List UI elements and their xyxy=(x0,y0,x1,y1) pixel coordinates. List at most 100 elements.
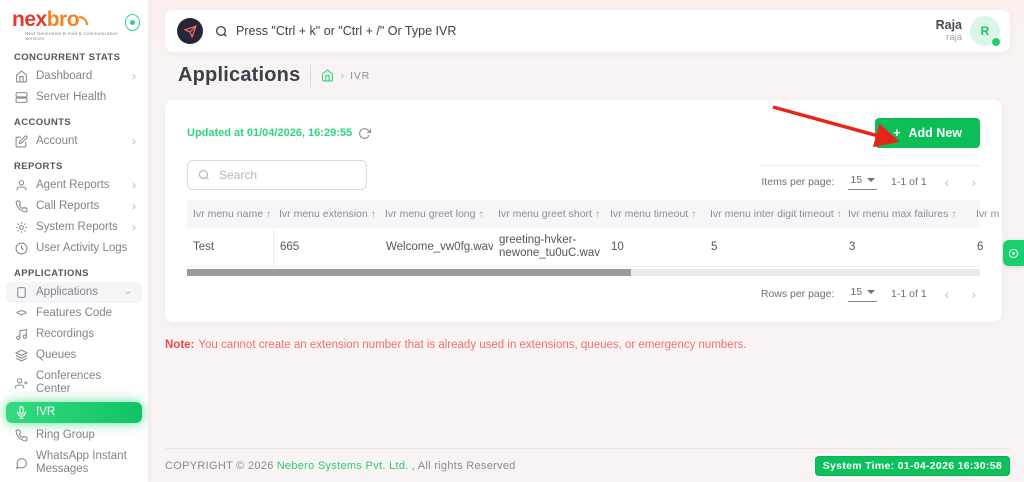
edit-icon xyxy=(14,135,28,148)
cell-greet-long: Welcome_vw0fg.wav xyxy=(380,228,493,266)
prev-page-button[interactable]: ‹ xyxy=(941,286,954,302)
sidebar-item-recordings[interactable]: Recordings xyxy=(0,324,148,345)
pagination-bottom: Rows per page: 15 1-1 of 1 ‹ › xyxy=(761,286,980,302)
caret-down-icon xyxy=(867,290,875,294)
sidebar-item-conferences-center[interactable]: Conferences Center xyxy=(0,366,148,400)
brand-tagline: Next Generation E-mail & Communication S… xyxy=(12,31,125,41)
col-ivr-m-truncated[interactable]: Ivr m xyxy=(970,200,1002,228)
col-ivr-menu-greet-short[interactable]: Ivr menu greet short↑ xyxy=(492,200,604,228)
app-window-icon xyxy=(14,286,28,299)
logo-text-left: nex xyxy=(12,8,47,31)
ivr-table-card: Updated at 01/04/2026, 16:29:55 + Add Ne… xyxy=(165,100,1002,322)
user-menu[interactable]: Raja raja xyxy=(936,19,962,43)
refresh-icon[interactable] xyxy=(358,127,371,140)
sidebar-item-features-code[interactable]: <> Features Code xyxy=(0,303,148,324)
rows-per-page-label: Rows per page: xyxy=(761,288,835,300)
cell-greet-short: greeting-hvker-newone_tu0uC.wav xyxy=(493,228,605,266)
sidebar-item-system-reports[interactable]: System Reports › xyxy=(0,217,148,238)
clock-icon xyxy=(14,242,28,255)
online-status-dot xyxy=(991,37,1001,47)
sort-asc-icon: ↑ xyxy=(266,209,271,220)
breadcrumb: › IVR xyxy=(321,69,370,82)
mic-icon xyxy=(14,406,28,419)
pagination-top: Items per page: 15 1-1 of 1 ‹ › xyxy=(761,165,980,190)
user-name: Raja xyxy=(936,19,962,32)
col-ivr-menu-timeout[interactable]: Ivr menu timeout↑ xyxy=(604,200,704,228)
section-header-accounts: ACCOUNTS xyxy=(0,108,148,131)
sort-asc-icon: ↑ xyxy=(595,209,600,220)
rows-range: 1-1 of 1 xyxy=(891,288,927,300)
copyright-text: COPYRIGHT © 2026 xyxy=(165,460,274,472)
server-icon xyxy=(14,91,28,104)
system-time-badge: System Time: 01-04-2026 16:30:58 xyxy=(815,456,1010,476)
rows-per-page-select[interactable]: 15 xyxy=(848,286,877,302)
col-ivr-menu-greet-long[interactable]: Ivr menu greet long↑ xyxy=(379,200,492,228)
table-search-input[interactable] xyxy=(217,167,356,183)
sidebar-item-call-reports[interactable]: Call Reports › xyxy=(0,196,148,217)
person-plus-icon xyxy=(14,377,28,390)
cell-name: Test xyxy=(187,228,274,266)
cell-timeout: 10 xyxy=(605,228,705,266)
person-icon xyxy=(14,179,28,192)
horizontal-scrollbar[interactable] xyxy=(187,269,980,276)
items-per-page-label: Items per page: xyxy=(761,176,834,188)
caret-down-icon xyxy=(867,178,875,182)
col-ivr-menu-max-failures[interactable]: Ivr menu max failures↑ xyxy=(842,200,970,228)
sidebar-item-agent-reports[interactable]: Agent Reports › xyxy=(0,175,148,196)
global-search-input[interactable] xyxy=(234,23,936,39)
sort-asc-icon: ↑ xyxy=(837,209,842,220)
home-icon xyxy=(14,70,28,83)
phone-icon xyxy=(14,200,28,213)
brand-logo: nexbro Next Generation E-mail & Communic… xyxy=(12,10,125,41)
sidebar: nexbro Next Generation E-mail & Communic… xyxy=(0,0,149,482)
music-icon xyxy=(14,328,28,341)
updated-at: Updated at 01/04/2026, 16:29:55 xyxy=(187,127,371,140)
col-ivr-menu-name[interactable]: Ivr menu name↑ xyxy=(187,200,273,228)
page-range: 1-1 of 1 xyxy=(891,176,927,188)
sidebar-item-ivr[interactable]: IVR xyxy=(6,402,142,423)
scrollbar-thumb[interactable] xyxy=(187,269,631,276)
prev-page-button[interactable]: ‹ xyxy=(941,174,954,190)
search-icon xyxy=(215,25,228,38)
cell-max-failures: 3 xyxy=(843,228,971,266)
sort-asc-icon: ↑ xyxy=(951,209,956,220)
sidebar-pin-toggle[interactable] xyxy=(125,14,140,31)
rocket-icon xyxy=(177,18,203,44)
chat-icon xyxy=(14,457,28,470)
breadcrumb-home-icon[interactable] xyxy=(321,69,334,82)
target-icon xyxy=(1008,248,1019,259)
sidebar-item-server-health[interactable]: Server Health xyxy=(0,87,148,108)
items-per-page-select[interactable]: 15 xyxy=(848,174,877,190)
company-link[interactable]: Nebero Systems Pvt. Ltd. xyxy=(277,460,409,472)
code-icon: <> xyxy=(14,307,28,320)
chevron-right-icon: › xyxy=(132,179,136,192)
sidebar-item-whatsapp-instant-messages[interactable]: WhatsApp Instant Messages xyxy=(0,446,148,480)
chevron-down-icon: › xyxy=(122,291,135,295)
phone-ring-icon xyxy=(14,429,28,442)
next-page-button[interactable]: › xyxy=(967,286,980,302)
sidebar-item-applications[interactable]: Applications › xyxy=(6,282,142,303)
next-page-button[interactable]: › xyxy=(967,174,980,190)
sort-asc-icon: ↑ xyxy=(478,209,483,220)
page-title: Applications xyxy=(178,64,300,87)
settings-fab[interactable] xyxy=(1003,240,1024,266)
add-new-button[interactable]: + Add New xyxy=(875,118,980,148)
footer: COPYRIGHT © 2026 Nebero Systems Pvt. Ltd… xyxy=(165,448,1010,482)
table-search xyxy=(187,160,367,190)
user-handle: raja xyxy=(936,32,962,43)
sidebar-item-user-activity-logs[interactable]: User Activity Logs xyxy=(0,238,148,259)
table-row: Test 665 Welcome_vw0fg.wav greeting-hvke… xyxy=(187,228,980,267)
app-root: nexbro Next Generation E-mail & Communic… xyxy=(0,0,1024,482)
avatar[interactable]: R xyxy=(970,16,1000,46)
sidebar-item-dashboard[interactable]: Dashboard › xyxy=(0,66,148,87)
sidebar-item-account[interactable]: Account › xyxy=(0,131,148,152)
topbar: Raja raja R xyxy=(165,10,1010,52)
cell-ivr-m: 6 xyxy=(971,228,1002,266)
logo-text-right: bro xyxy=(47,8,79,31)
col-ivr-menu-extension[interactable]: Ivr menu extension↑ xyxy=(273,200,379,228)
gear-icon xyxy=(14,221,28,234)
col-ivr-menu-inter-digit-timeout[interactable]: Ivr menu inter digit timeout↑ xyxy=(704,200,842,228)
sidebar-item-ring-group[interactable]: Ring Group xyxy=(0,425,148,446)
cell-extension: 665 xyxy=(274,228,380,266)
sidebar-item-queues[interactable]: Queues xyxy=(0,345,148,366)
